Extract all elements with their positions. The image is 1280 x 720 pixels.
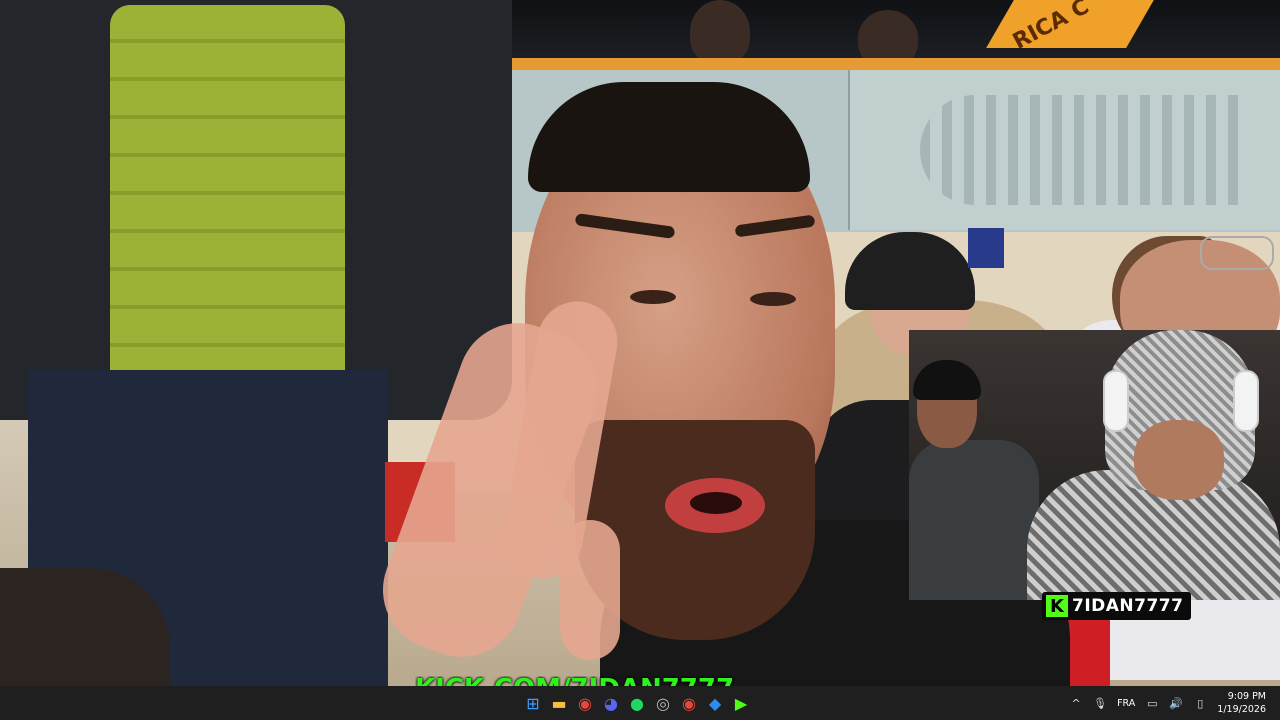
- taskbar: ⊞ ▬ ◉ ◕ ● ◎ ◉ ◆ ▶ ^ 🎙 FRA ▭ 🔊 ▯ 9:09 PM 1/19/202…: [0, 686, 1280, 720]
- app-blue-icon[interactable]: ◆: [704, 692, 726, 714]
- clock-time: 9:09 PM: [1227, 691, 1266, 702]
- eye: [630, 290, 676, 304]
- system-tray: ^ 🎙 FRA ▭ 🔊 ▯ 9:09 PM 1/19/2026: [1069, 686, 1280, 720]
- chrome-alt-icon[interactable]: ◉: [678, 692, 700, 714]
- streamer-face: [1134, 420, 1224, 500]
- streamer-tag: K 7IDAN7777: [1042, 592, 1192, 620]
- kick-logo-icon: K: [1046, 595, 1068, 617]
- headphones-icon: [1233, 370, 1259, 432]
- chevron-up-icon[interactable]: ^: [1069, 696, 1083, 710]
- eye: [750, 292, 796, 306]
- volume-icon[interactable]: 🔊: [1169, 696, 1183, 710]
- board-graphic: [920, 95, 1240, 205]
- mouth-inner: [690, 492, 742, 514]
- finger: [560, 520, 620, 660]
- windows-start-icon[interactable]: ⊞: [522, 692, 544, 714]
- streamer-name: 7IDAN7777: [1072, 596, 1184, 616]
- video-player: RICA C K 7IDAN7777: [0, 0, 1280, 686]
- taskbar-apps: ⊞ ▬ ◉ ◕ ● ◎ ◉ ◆ ▶: [522, 686, 752, 720]
- cup: [968, 228, 1004, 268]
- discord-icon[interactable]: ◕: [600, 692, 622, 714]
- fan-silhouette: [690, 0, 750, 64]
- spotify-icon[interactable]: ●: [626, 692, 648, 714]
- green-puffer-vest: [110, 5, 345, 395]
- webcam-overlay: [909, 330, 1280, 600]
- viewer-body: [909, 440, 1039, 600]
- main-hair: [528, 82, 810, 192]
- headphones-icon: [1103, 370, 1129, 432]
- obs-icon[interactable]: ◎: [652, 692, 674, 714]
- microphone-icon[interactable]: 🎙: [1093, 696, 1107, 710]
- clock-date: 1/19/2026: [1217, 704, 1266, 715]
- glasses: [1200, 236, 1274, 270]
- language-indicator[interactable]: FRA: [1117, 698, 1135, 709]
- network-icon[interactable]: ▭: [1145, 696, 1159, 710]
- subtitle-text: KICK.COM/7IDAN7777: [415, 676, 875, 686]
- kick-app-icon[interactable]: ▶: [730, 692, 752, 714]
- battery-icon[interactable]: ▯: [1193, 696, 1207, 710]
- clock[interactable]: 9:09 PM 1/19/2026: [1217, 690, 1266, 716]
- file-explorer-icon[interactable]: ▬: [548, 692, 570, 714]
- chrome-icon[interactable]: ◉: [574, 692, 596, 714]
